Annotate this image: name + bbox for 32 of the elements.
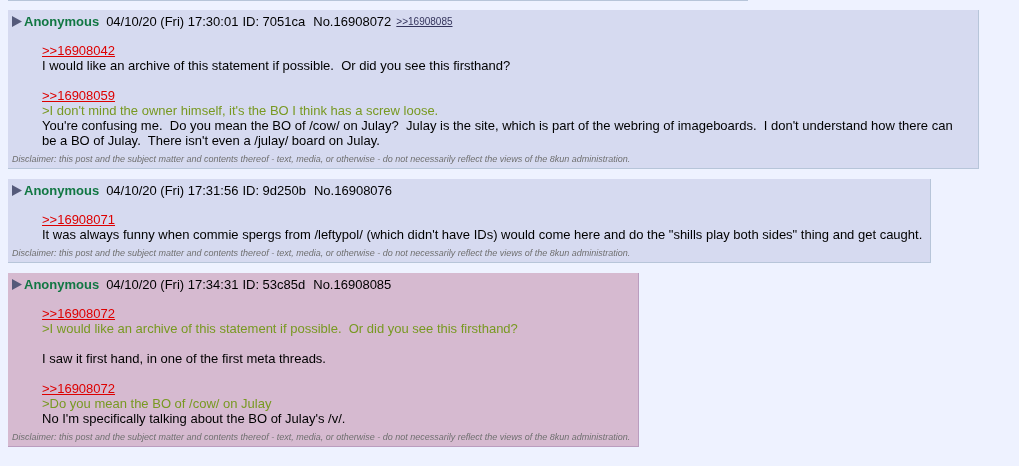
post-date: 04/10/20 (Fri) 17:31:56 (106, 183, 239, 198)
quote-link[interactable]: >>16908059 (42, 88, 116, 103)
post-number[interactable]: No.16908076 (314, 183, 393, 198)
post-text: You're confusing me. Do you mean the BO of /cow/ on Julay? Julay is the site, which is part of the webring of imageboards. I don't understand how there can be a BO of Julay. There isn't even a /julay/ board on Julay. (42, 118, 954, 148)
triangle-icon[interactable] (12, 185, 22, 196)
post-number[interactable]: No.16908085 (313, 277, 392, 292)
greentext-quote: >I don't mind the owner himself, it's the BO I think has a screw loose. (42, 103, 440, 118)
disclaimer-text: Disclaimer: this post and the subject matter and contents thereof - text, media, or otherwise - do not necessarily reflect the views of the 8kun administration. (12, 432, 631, 442)
poster-name: Anonymous (24, 277, 100, 292)
disclaimer-text: Disclaimer: this post and the subject matter and contents thereof - text, media, or otherwise - do not necessarily reflect the views of the 8kun administration. (12, 248, 632, 258)
post-text: I saw it first hand, in one of the first meta threads. (42, 351, 327, 366)
poster-name: Anonymous (24, 14, 100, 29)
post-date: 04/10/20 (Fri) 17:30:01 (106, 14, 239, 29)
triangle-icon[interactable] (12, 16, 22, 27)
quote-link[interactable]: >>16908072 (42, 306, 116, 321)
poster-id: ID: 7051ca (242, 14, 306, 29)
post-text: No I'm specifically talking about the BO of Julay's /v/. (42, 411, 347, 426)
post-text: I would like an archive of this statement if possible. Or did you see this firsthand? (42, 58, 512, 73)
poster-id: ID: 9d250b (242, 183, 306, 198)
quote-link[interactable]: >>16908042 (42, 43, 116, 58)
disclaimer-text: Disclaimer: this post and the subject matter and contents thereof - text, media, or otherwise - do not necessarily reflect the views of the 8kun administration. (12, 154, 632, 164)
poster-id: ID: 53c85d (242, 277, 306, 292)
triangle-icon[interactable] (12, 279, 22, 290)
greentext-quote: >I would like an archive of this statement if possible. Or did you see this firsthand? (42, 321, 519, 336)
backlink[interactable]: >>16908085 (396, 16, 453, 27)
quote-link[interactable]: >>16908072 (42, 381, 116, 396)
post-date: 04/10/20 (Fri) 17:34:31 (106, 277, 239, 292)
post-number[interactable]: No.16908072 (313, 14, 392, 29)
poster-name: Anonymous (24, 183, 100, 198)
post-text: It was always funny when commie spergs from /leftypol/ (which didn't have IDs) would come here and do the "shills play both sides" thing and get caught. (42, 227, 923, 242)
greentext-quote: >Do you mean the BO of /cow/ on Julay (42, 396, 273, 411)
quote-link[interactable]: >>16908071 (42, 212, 116, 227)
